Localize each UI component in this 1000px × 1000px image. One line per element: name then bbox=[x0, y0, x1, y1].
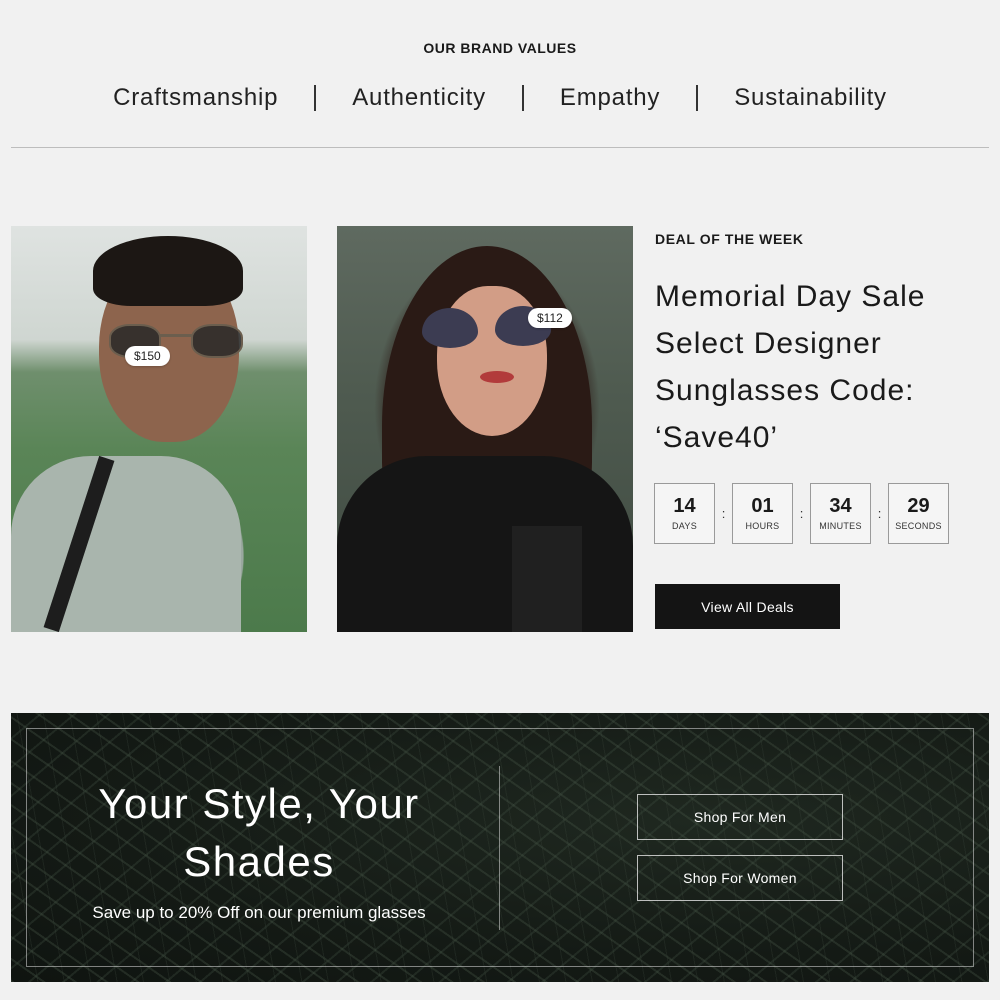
divider bbox=[521, 85, 524, 111]
banner-subtitle: Save up to 20% Off on our premium glasse… bbox=[92, 903, 426, 922]
heart-sunglasses-lens-left bbox=[422, 308, 478, 348]
sunglasses-lens-right bbox=[191, 324, 243, 358]
hair bbox=[93, 236, 243, 306]
section-divider bbox=[11, 147, 989, 148]
banner-title: Your Style, Your Shades bbox=[98, 780, 420, 885]
brand-value-authenticity: Authenticity bbox=[352, 84, 486, 111]
divider bbox=[314, 85, 317, 111]
countdown-separator: : bbox=[799, 505, 804, 521]
brand-value-empathy: Empathy bbox=[559, 84, 661, 111]
countdown-unit: SECONDS bbox=[895, 521, 942, 531]
countdown-hours: 01 HOURS bbox=[732, 482, 793, 544]
divider bbox=[696, 85, 699, 111]
countdown-unit: HOURS bbox=[745, 521, 780, 531]
countdown-days: 14 DAYS bbox=[654, 482, 715, 544]
product-photo-man[interactable] bbox=[11, 226, 307, 632]
shirt bbox=[512, 526, 582, 632]
countdown-separator: : bbox=[877, 505, 882, 521]
countdown-minutes: 34 MINUTES bbox=[810, 482, 871, 544]
countdown-separator: : bbox=[721, 505, 726, 521]
brand-value-craftsmanship: Craftsmanship bbox=[113, 84, 279, 111]
countdown-value: 34 bbox=[829, 495, 852, 517]
view-all-deals-button[interactable]: View All Deals bbox=[655, 584, 840, 629]
deal-label: DEAL OF THE WEEK bbox=[655, 231, 804, 247]
product-photo-woman[interactable] bbox=[337, 226, 633, 632]
brand-values-list: Craftsmanship Authenticity Empathy Susta… bbox=[0, 80, 1000, 116]
price-tag[interactable]: $150 bbox=[125, 346, 170, 366]
countdown-timer: 14 DAYS : 01 HOURS : 34 MINUTES : 29 SEC… bbox=[654, 482, 954, 544]
price-tag[interactable]: $112 bbox=[528, 308, 572, 328]
shop-for-men-button[interactable]: Shop For Men bbox=[637, 794, 843, 840]
countdown-seconds: 29 SECONDS bbox=[888, 482, 949, 544]
sunglasses-bridge bbox=[159, 334, 193, 337]
brand-value-sustainability: Sustainability bbox=[734, 84, 887, 111]
countdown-unit: DAYS bbox=[671, 521, 698, 531]
countdown-value: 29 bbox=[907, 495, 930, 517]
lips bbox=[480, 371, 514, 383]
banner-divider bbox=[499, 766, 500, 930]
countdown-unit: MINUTES bbox=[819, 521, 862, 531]
countdown-value: 01 bbox=[751, 495, 774, 517]
countdown-value: 14 bbox=[673, 495, 696, 517]
deal-title: Memorial Day Sale Select Designer Sungla… bbox=[655, 280, 926, 454]
shop-for-women-button[interactable]: Shop For Women bbox=[637, 855, 843, 901]
brand-values-heading: OUR BRAND VALUES bbox=[423, 40, 577, 56]
leather-jacket bbox=[337, 456, 633, 632]
promo-banner: Your Style, Your Shades Save up to 20% O… bbox=[11, 713, 989, 982]
sweater bbox=[11, 456, 241, 632]
